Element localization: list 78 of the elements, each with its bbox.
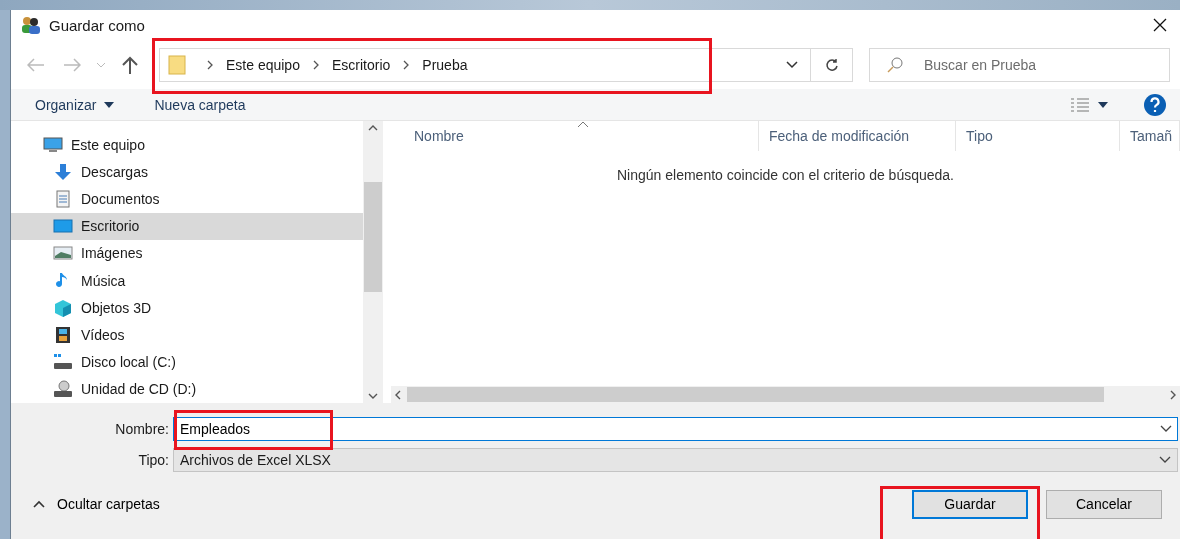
column-header[interactable]: Tamañ: [1120, 121, 1180, 152]
left-arrow-icon: [27, 57, 45, 72]
down-arrow-icon: [53, 162, 73, 181]
column-header[interactable]: Fecha de modificación: [759, 121, 956, 152]
chevron-icon: [206, 59, 214, 70]
dropdown-icon[interactable]: [1160, 425, 1172, 433]
field-label: Nombre:: [114, 421, 170, 437]
scroll-right-icon[interactable]: [1170, 389, 1176, 400]
sidebar-item[interactable]: Unidad de CD (D:): [11, 375, 364, 403]
search-icon: [887, 56, 903, 73]
horizontal-scrollbar[interactable]: [391, 386, 1180, 403]
chevron-down-icon: [786, 60, 798, 69]
sidebar-item-label: Documentos: [81, 191, 160, 208]
folder-icon: [168, 54, 186, 75]
sidebar-item-label: Objetos 3D: [81, 299, 152, 316]
chevron-icon: [311, 59, 320, 70]
file-type-dropdown[interactable]: Archivos de Excel XLSX: [173, 448, 1178, 472]
chevron-down-icon: [96, 61, 106, 68]
breadcrumb[interactable]: Escritorio: [331, 56, 391, 73]
search-field[interactable]: Buscar en Prueba: [869, 47, 1170, 82]
vertical-scrollbar[interactable]: [363, 121, 383, 403]
dropdown-icon: [1159, 456, 1171, 464]
drive-icon: [53, 353, 73, 372]
sidebar-item[interactable]: Imágenes: [11, 239, 364, 268]
sort-caret-icon: [577, 121, 589, 129]
caret-icon: [1098, 101, 1108, 108]
film-icon: [53, 326, 73, 345]
sidebar-item[interactable]: Objetos 3D: [11, 294, 364, 322]
sidebar-item-label: Escritorio: [81, 218, 140, 235]
new-folder-button[interactable]: Nueva carpeta: [154, 92, 246, 117]
close-icon: [1153, 18, 1167, 32]
sidebar-item[interactable]: Disco local (C:): [11, 348, 364, 376]
sidebar-item-label: Música: [81, 272, 126, 289]
sidebar-item-label: Unidad de CD (D:): [81, 381, 197, 398]
organize-menu-button[interactable]: Organizar: [35, 92, 115, 117]
hide-folders-button[interactable]: Ocultar carpetas: [27, 495, 166, 513]
caret-icon: [104, 101, 115, 108]
help-icon[interactable]: [1144, 93, 1166, 116]
sidebar-item-label: Imágenes: [81, 245, 143, 262]
field-label: Tipo:: [137, 452, 170, 468]
cube-icon: [53, 298, 73, 317]
up-arrow-icon: [122, 55, 138, 74]
window-title: Guardar como: [49, 16, 145, 34]
document-icon: [53, 190, 73, 209]
scrollbar-thumb[interactable]: [364, 182, 383, 293]
sidebar-item[interactable]: Documentos: [11, 185, 364, 213]
refresh-icon: [824, 57, 839, 72]
right-arrow-icon: [63, 57, 81, 72]
cancel-button[interactable]: Cancelar: [1046, 489, 1162, 519]
sidebar-item[interactable]: Descargas: [11, 158, 364, 186]
column-header[interactable]: Nombre: [391, 121, 759, 152]
cd-drive-icon: [53, 380, 73, 399]
users-icon: [21, 16, 41, 34]
scroll-up-icon[interactable]: [368, 125, 379, 132]
chevron-icon: [402, 59, 411, 70]
sidebar-item[interactable]: Vídeos: [11, 321, 364, 349]
scroll-down-icon[interactable]: [368, 393, 379, 399]
save-button[interactable]: Guardar: [912, 489, 1028, 519]
address-bar[interactable]: Este equipo Escritorio Prueba: [159, 47, 853, 82]
sidebar-item-label: Disco local (C:): [81, 354, 176, 371]
chevron-up-icon: [33, 500, 45, 508]
file-name-field[interactable]: Empleados: [173, 417, 1178, 441]
scrollbar-thumb[interactable]: [407, 387, 1104, 402]
sidebar-item[interactable]: Este equipo: [11, 131, 364, 159]
computer-icon: [43, 135, 63, 154]
sidebar-item[interactable]: Escritorio: [11, 212, 364, 240]
picture-icon: [53, 244, 73, 263]
scroll-left-icon[interactable]: [395, 389, 401, 400]
breadcrumb[interactable]: Este equipo: [226, 56, 300, 73]
sidebar-item-label: Vídeos: [81, 327, 125, 344]
details-view-icon: [1070, 97, 1090, 112]
sidebar-item-label: Descargas: [81, 163, 148, 180]
sidebar-item-label: Este equipo: [71, 136, 145, 153]
sidebar-item[interactable]: Música: [11, 267, 364, 295]
breadcrumb[interactable]: Prueba: [422, 56, 468, 73]
column-header[interactable]: Tipo: [956, 121, 1120, 152]
empty-message: Ningún elemento coincide con el criterio de búsqueda.: [616, 167, 955, 184]
monitor-icon: [53, 217, 73, 236]
